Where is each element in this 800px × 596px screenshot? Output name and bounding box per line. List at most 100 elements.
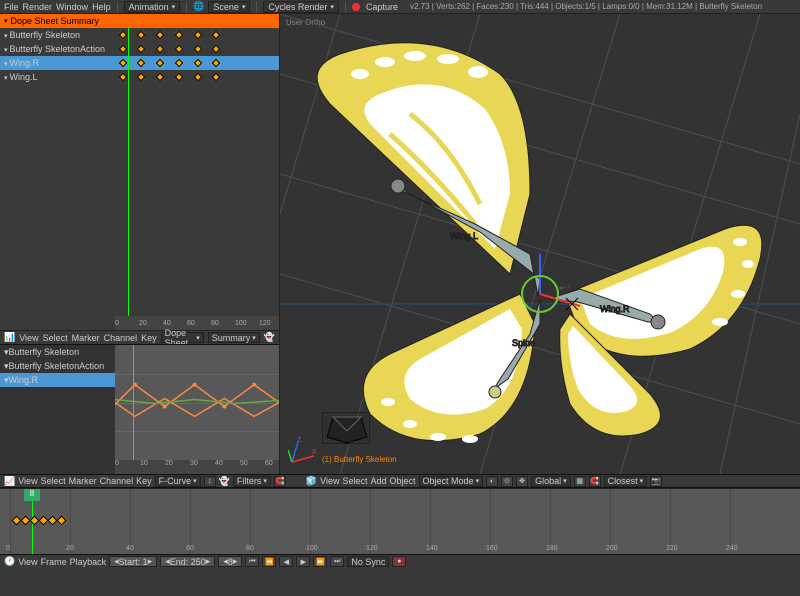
mode-dropdown[interactable]: Object Mode (419, 476, 484, 487)
keyframe[interactable] (137, 59, 145, 67)
vp-add[interactable]: Add (371, 476, 387, 486)
pivot-icon[interactable]: ⊙ (501, 476, 513, 487)
graph-channel-row[interactable]: ▾ Butterfly SkeletonAction (0, 359, 115, 373)
dope-editor-icon[interactable]: 📊 (4, 332, 15, 343)
timeline-area[interactable]: 8 020406080100120140160180200220240 (0, 488, 800, 554)
fcurve-dropdown[interactable]: F-Curve (155, 476, 201, 487)
scene-dropdown[interactable]: Scene (208, 1, 250, 13)
keyframe[interactable] (118, 31, 126, 39)
keyframe[interactable] (156, 31, 164, 39)
play-reverse-button[interactable]: ◀ (279, 556, 293, 567)
menu-file[interactable]: File (4, 2, 19, 12)
normalize-icon[interactable]: ↕ (204, 476, 216, 487)
vp-object[interactable]: Object (390, 476, 416, 486)
dope-menu-select[interactable]: Select (43, 333, 68, 343)
ghost-icon[interactable]: 👻 (264, 332, 275, 343)
prev-keyframe-button[interactable]: ⏪ (262, 556, 276, 567)
end-frame-field[interactable]: ◂ End: 250 ▸ (160, 556, 215, 567)
snap-icon[interactable]: 🧲 (274, 476, 286, 487)
keyframe[interactable] (193, 73, 201, 81)
keyframe[interactable] (175, 45, 183, 53)
jump-start-button[interactable]: ⏮ (245, 556, 259, 567)
keyframe[interactable] (193, 31, 201, 39)
capture-label[interactable]: Capture (366, 2, 398, 12)
gm-view[interactable]: View (18, 476, 37, 486)
gm-select[interactable]: Select (41, 476, 66, 486)
dope-menu-channel[interactable]: Channel (104, 333, 138, 343)
engine-dropdown[interactable]: Cycles Render (263, 1, 339, 13)
graph-plot[interactable] (115, 345, 279, 460)
sync-dropdown[interactable]: No Sync (347, 556, 389, 567)
autokey-button[interactable]: ● (392, 556, 406, 567)
keyframe[interactable] (137, 73, 145, 81)
render-icon[interactable]: 📷 (650, 476, 662, 487)
keyframe[interactable] (212, 59, 220, 67)
vp-select[interactable]: Select (343, 476, 368, 486)
play-button[interactable]: ▶ (296, 556, 310, 567)
dope-mode-dropdown[interactable]: Summary (208, 332, 260, 343)
dope-row[interactable]: Butterfly Skeleton (0, 28, 279, 42)
timeline-editor-icon[interactable]: 🕐 (4, 556, 15, 567)
tl-frame[interactable]: Frame (41, 557, 67, 567)
keyframe-area[interactable] (120, 56, 279, 70)
keyframe-area[interactable] (120, 70, 279, 84)
graph-cursor[interactable] (133, 345, 134, 460)
start-frame-field[interactable]: ◂ Start: 1 ▸ (109, 556, 157, 567)
keyframe[interactable] (156, 59, 164, 67)
keyframe-area[interactable] (120, 42, 279, 56)
keyframe[interactable] (118, 73, 126, 81)
dope-menu-key[interactable]: Key (141, 333, 157, 343)
dope-menu-view[interactable]: View (19, 333, 38, 343)
next-keyframe-button[interactable]: ⏩ (313, 556, 327, 567)
graph-ruler[interactable]: 0102030405060 (115, 460, 279, 474)
keyframe[interactable] (137, 31, 145, 39)
snap-dropdown[interactable]: Closest (604, 476, 648, 487)
gm-channel[interactable]: Channel (100, 476, 134, 486)
dope-row[interactable]: Butterfly SkeletonAction (0, 42, 279, 56)
graph-channel-row[interactable]: ▾ Butterfly Skeleton (0, 345, 115, 359)
gm-marker[interactable]: Marker (69, 476, 97, 486)
keyframe[interactable] (193, 45, 201, 53)
filters-dropdown[interactable]: Filters (233, 476, 271, 487)
keyframe[interactable] (212, 45, 220, 53)
tl-playback[interactable]: Playback (70, 557, 107, 567)
dope-editor-dropdown[interactable]: Dope Sheet (161, 332, 204, 343)
keyframe[interactable] (193, 59, 201, 67)
shading-icon[interactable]: ◐ (486, 476, 498, 487)
snap-toggle[interactable]: 🧲 (589, 476, 601, 487)
dope-cursor[interactable] (128, 28, 129, 330)
dope-ruler[interactable]: 020406080100120 (115, 316, 279, 330)
menu-window[interactable]: Window (56, 2, 88, 12)
keyframe[interactable] (175, 59, 183, 67)
keyframe[interactable] (212, 73, 220, 81)
keyframe[interactable] (175, 31, 183, 39)
jump-end-button[interactable]: ⏭ (330, 556, 344, 567)
tl-view[interactable]: View (18, 557, 37, 567)
dope-row[interactable]: Wing.R (0, 56, 279, 70)
gm-key[interactable]: Key (136, 476, 152, 486)
keyframe[interactable] (137, 45, 145, 53)
keyframe[interactable] (118, 59, 126, 67)
keyframe-area[interactable] (120, 28, 279, 42)
keyframe[interactable] (156, 45, 164, 53)
orient-dropdown[interactable]: Global (531, 476, 571, 487)
current-frame-field[interactable]: ◂ 8 ▸ (218, 556, 242, 567)
keyframe[interactable] (175, 73, 183, 81)
manip-icon[interactable]: ✥ (516, 476, 528, 487)
graph-channel-row[interactable]: ▾ Wing.R (0, 373, 115, 387)
menu-help[interactable]: Help (92, 2, 111, 12)
dope-menu-marker[interactable]: Marker (72, 333, 100, 343)
ghost-icon-2[interactable]: 👻 (219, 476, 230, 487)
vp-editor-icon[interactable]: 🧊 (306, 476, 317, 487)
viewport-3d[interactable]: User Ortho (280, 14, 800, 474)
keyframe[interactable] (156, 73, 164, 81)
layout-dropdown[interactable]: Animation (124, 1, 181, 13)
dope-summary-header[interactable]: Dope Sheet Summary (0, 14, 279, 28)
keyframe[interactable] (118, 45, 126, 53)
camera-object[interactable] (322, 412, 370, 444)
graph-editor-icon[interactable]: 📈 (4, 476, 15, 487)
keyframe[interactable] (212, 31, 220, 39)
menu-render[interactable]: Render (23, 2, 53, 12)
vp-view[interactable]: View (320, 476, 339, 486)
timeline-keyframe[interactable] (57, 516, 67, 526)
